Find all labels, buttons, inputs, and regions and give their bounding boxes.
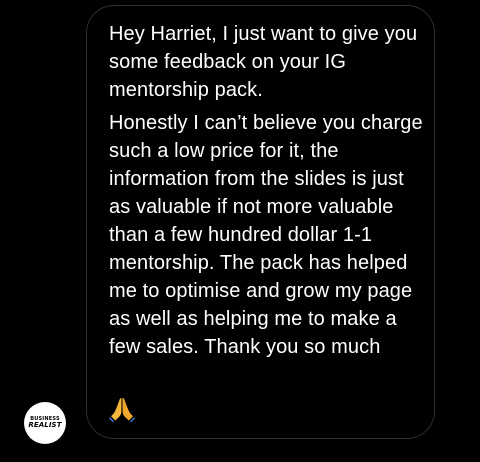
logo-line-2: REALIST [28,421,62,429]
message-paragraph-1: Hey Harriet, I just want to give you som… [109,23,418,101]
business-realist-logo: BUSINESS REALIST [24,402,66,444]
message-paragraph-2: Honestly I can’t believe you charge such… [109,112,423,358]
message-text: Hey Harriet, I just want to give you som… [109,20,427,361]
folded-hands-icon [109,398,135,422]
